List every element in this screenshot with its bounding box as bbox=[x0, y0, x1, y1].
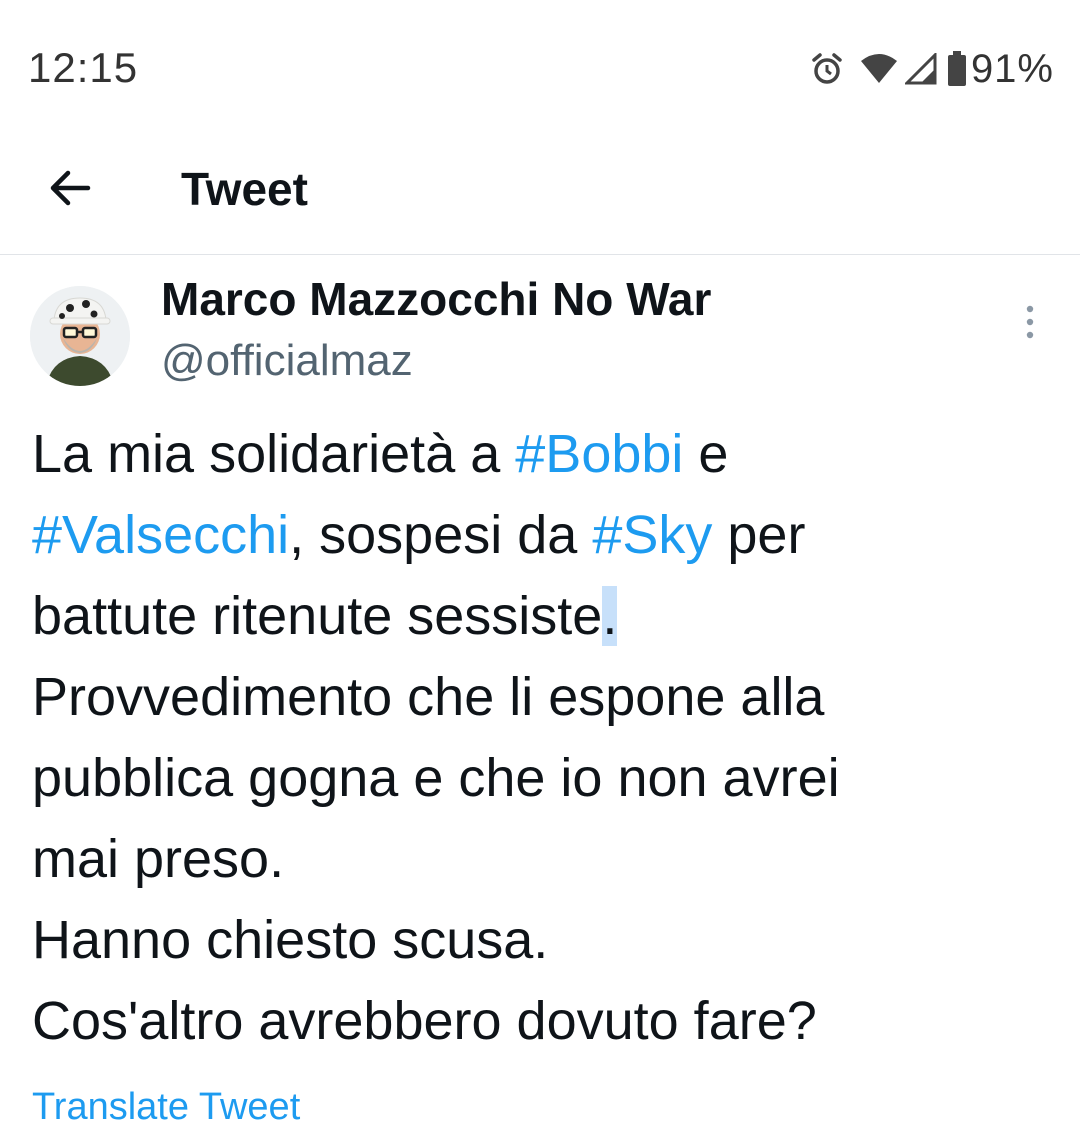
author-display-name[interactable]: Marco Mazzocchi No War bbox=[161, 272, 711, 326]
battery-percent: 91% bbox=[970, 46, 1054, 91]
top-app-bar: Tweet bbox=[0, 130, 1080, 255]
tweet-line: Cos'altro avrebbero dovuto fare? bbox=[32, 991, 817, 1051]
status-bar: 12:15 91% bbox=[0, 0, 1080, 130]
status-icons: 91% bbox=[809, 44, 1054, 94]
translate-tweet-link[interactable]: Translate Tweet bbox=[32, 1086, 300, 1129]
page-title: Tweet bbox=[181, 163, 308, 215]
hashtag-link[interactable]: #Bobbi bbox=[515, 424, 683, 484]
tweet-text: La mia solidarietà a #Bobbi e #Valsecchi… bbox=[32, 414, 1052, 1062]
hashtag-link[interactable]: #Valsecchi bbox=[32, 505, 289, 565]
signal-icon bbox=[904, 53, 937, 85]
battery-icon bbox=[947, 51, 967, 87]
tweet-line: pubblica gogna e che io non avrei bbox=[32, 748, 840, 808]
status-time: 12:15 bbox=[28, 44, 139, 91]
more-vertical-icon bbox=[1025, 304, 1035, 345]
text-selection: . bbox=[602, 586, 618, 646]
tweet-line: La mia solidarietà a #Bobbi e bbox=[32, 424, 729, 484]
hashtag-link[interactable]: #Sky bbox=[592, 505, 712, 565]
arrow-left-icon bbox=[48, 168, 92, 213]
alarm-icon bbox=[809, 51, 845, 87]
tweet-line: mai preso. bbox=[32, 829, 285, 889]
tweet-line: battute ritenute sessiste. bbox=[32, 586, 618, 646]
tweet-line: Provvedimento che li espone alla bbox=[32, 667, 825, 727]
wifi-icon bbox=[859, 53, 899, 85]
tweet-line: Hanno chiesto scusa. bbox=[32, 910, 549, 970]
author-avatar[interactable] bbox=[30, 286, 130, 386]
more-options-button[interactable] bbox=[1008, 302, 1052, 346]
tweet-line: #Valsecchi, sospesi da #Sky per bbox=[32, 505, 806, 565]
author-handle[interactable]: @officialmaz bbox=[161, 336, 413, 386]
back-button[interactable] bbox=[38, 158, 102, 222]
